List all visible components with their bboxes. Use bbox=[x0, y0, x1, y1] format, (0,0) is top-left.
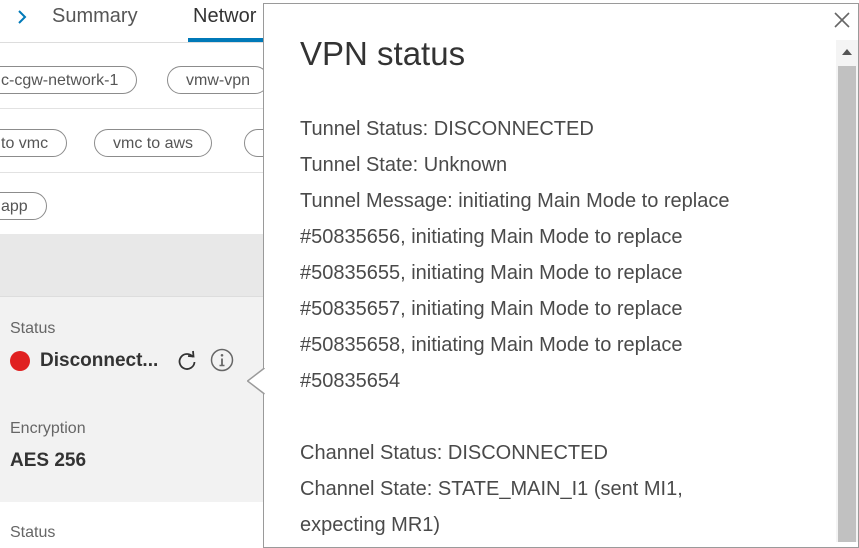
chevron-right-icon[interactable] bbox=[14, 6, 32, 28]
close-icon[interactable] bbox=[832, 10, 852, 30]
detail-line: Channel Status: DISCONNECTED bbox=[300, 442, 608, 464]
status-label: Status bbox=[10, 524, 56, 541]
filter-pill[interactable]: vmw-vpn bbox=[167, 66, 270, 94]
popover-title: VPN status bbox=[300, 35, 466, 72]
detail-line: Tunnel State: Unknown bbox=[300, 154, 508, 176]
vpn-status-details: Tunnel Status: DISCONNECTED Tunnel State… bbox=[300, 111, 820, 543]
encryption-value: AES 256 bbox=[10, 450, 87, 471]
popover-scrollbar[interactable] bbox=[836, 40, 858, 542]
detail-line: Tunnel Status: DISCONNECTED bbox=[300, 118, 594, 140]
scrollbar-thumb[interactable] bbox=[838, 66, 856, 542]
filter-row: to vmc vmc to aws bbox=[0, 108, 284, 173]
next-section: Status bbox=[0, 502, 265, 542]
detail-line: #50835656, initiating Main Mode to repla… bbox=[300, 226, 683, 248]
scroll-up-arrow-icon[interactable] bbox=[836, 40, 858, 62]
detail-line: Channel State: STATE_MAIN_I1 (sent MI1, bbox=[300, 478, 683, 500]
tab-summary[interactable]: Summary bbox=[52, 5, 138, 28]
filter-pill[interactable]: to vmc bbox=[0, 129, 68, 157]
detail-line: #50835657, initiating Main Mode to repla… bbox=[300, 298, 683, 320]
background-panel: Summary Networ c-cgw-network-1 vmw-vpn t… bbox=[0, 0, 284, 542]
detail-line: #50835654 bbox=[300, 370, 401, 392]
detail-line: #50835655, initiating Main Mode to repla… bbox=[300, 262, 683, 284]
filter-pill[interactable]: vmc to aws bbox=[94, 129, 213, 157]
detail-line: #50835658, initiating Main Mode to repla… bbox=[300, 334, 683, 356]
encryption-label: Encryption bbox=[10, 420, 86, 437]
detail-line: Tunnel Message: initiating Main Mode to … bbox=[300, 190, 730, 212]
status-dot-icon bbox=[10, 351, 30, 371]
tab-network[interactable]: Networ bbox=[193, 5, 256, 28]
detail-line-spacer bbox=[300, 399, 820, 435]
info-icon[interactable] bbox=[210, 348, 234, 372]
status-value: Disconnect... bbox=[40, 350, 159, 371]
detail-line: expecting MR1) bbox=[300, 514, 441, 536]
filter-pill[interactable]: app bbox=[0, 192, 47, 220]
popover-pointer bbox=[247, 368, 265, 395]
filter-row: c-cgw-network-1 vmw-vpn bbox=[0, 42, 270, 109]
filter-pill[interactable]: c-cgw-network-1 bbox=[0, 66, 138, 94]
status-label: Status bbox=[10, 320, 56, 337]
tab-bar: Summary Networ bbox=[0, 0, 265, 43]
refresh-icon[interactable] bbox=[176, 350, 198, 372]
section-header bbox=[0, 234, 265, 296]
filter-row: app bbox=[0, 172, 265, 235]
